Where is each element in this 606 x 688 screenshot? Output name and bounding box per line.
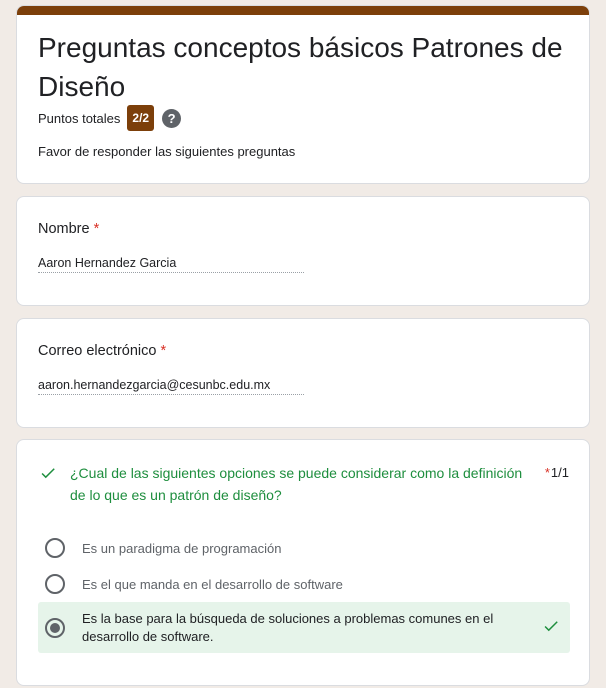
total-score-badge: 2/2 (127, 105, 155, 131)
form-description: Favor de responder las siguientes pregun… (38, 144, 296, 159)
question-card: ¿Cual de las siguientes opciones se pued… (16, 439, 590, 686)
option-item-correct[interactable]: Es la base para la búsqueda de solucione… (38, 602, 570, 653)
check-icon (542, 617, 560, 638)
form-title: Preguntas conceptos básicos Patrones de … (38, 32, 563, 102)
question-score-value: 1/1 (550, 465, 569, 480)
radio-button-selected[interactable] (45, 617, 65, 638)
radio-button[interactable] (45, 574, 65, 594)
required-asterisk: * (93, 221, 100, 237)
total-score-row: Puntos totales 2/2 ? (38, 104, 182, 132)
check-icon (39, 464, 57, 487)
email-field: aaron.hernandezgarcia@cesunbc.edu.mx (38, 378, 304, 395)
option-label: Es un paradigma de programación (82, 540, 282, 556)
question-score: *1/1 (545, 465, 569, 480)
total-score-label: Puntos totales (38, 110, 121, 126)
email-field-card: Correo electrónico * aaron.hernandezgarc… (16, 318, 590, 428)
email-field-label: Correo electrónico * (38, 343, 166, 359)
name-field: Aaron Hernandez Garcia (38, 256, 304, 273)
radio-button[interactable] (45, 538, 65, 558)
option-label: Es el que manda en el desarrollo de soft… (82, 576, 343, 592)
header-accent-bar (17, 6, 589, 15)
form-header-card: Preguntas conceptos básicos Patrones de … (16, 5, 590, 184)
option-label: Es la base para la búsqueda de solucione… (82, 610, 494, 644)
required-asterisk: * (160, 343, 167, 359)
name-field-card: Nombre * Aaron Hernandez Garcia (16, 196, 590, 306)
question-text: ¿Cual de las siguientes opciones se pued… (70, 465, 523, 503)
help-icon[interactable]: ? (162, 108, 182, 128)
radio-selected-dot (50, 622, 60, 633)
required-asterisk: * (544, 465, 550, 480)
option-item[interactable]: Es un paradigma de programación (38, 538, 570, 558)
option-item[interactable]: Es el que manda en el desarrollo de soft… (38, 574, 570, 594)
name-label-text: Nombre (38, 221, 90, 237)
name-field-label: Nombre * (38, 221, 99, 237)
email-label-text: Correo electrónico (38, 343, 157, 359)
